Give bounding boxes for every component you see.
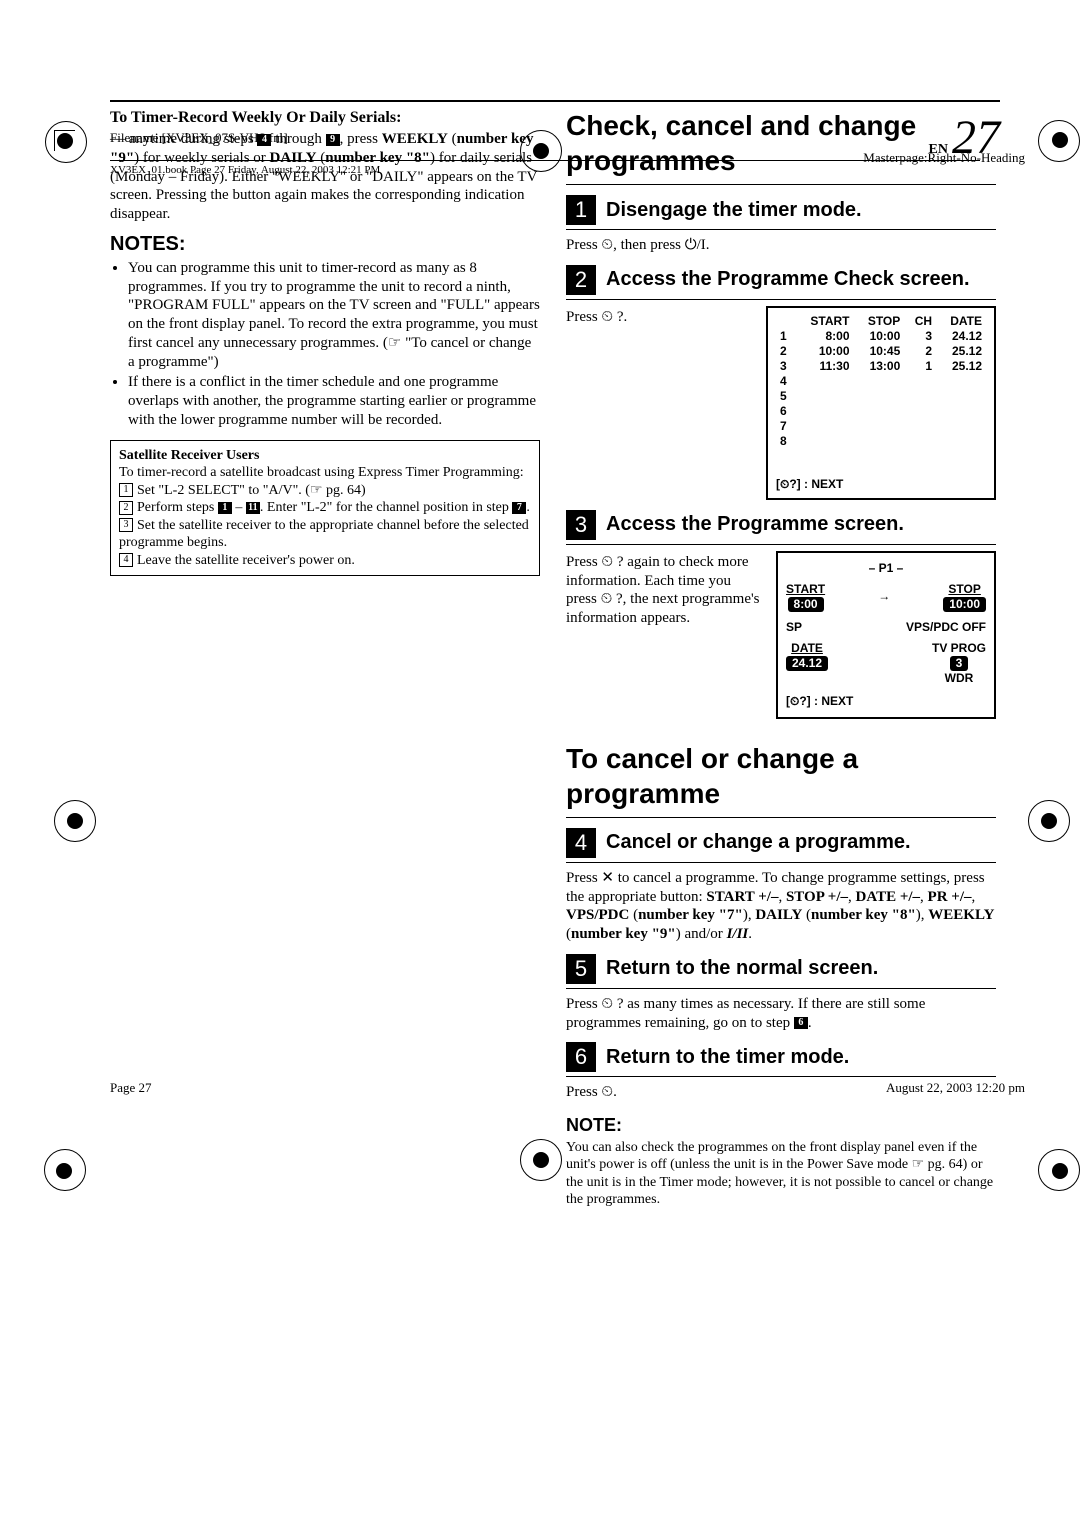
section-cancel-change: To cancel or change a programme bbox=[566, 741, 996, 818]
osd-programme-detail: – P1 – START 8:00 → STOP 10:00 SP bbox=[776, 551, 996, 719]
step-6-title: Return to the timer mode. bbox=[606, 1045, 849, 1070]
step-1-body: Press ⏲, then press ⏻/I. bbox=[566, 236, 996, 255]
step-num-6: 6 bbox=[566, 1042, 596, 1072]
step-3-title: Access the Programme screen. bbox=[606, 512, 904, 537]
step-6-body: Press ⏲. bbox=[566, 1083, 996, 1102]
step-3-header: 3 Access the Programme screen. bbox=[566, 510, 996, 545]
osd-foot-1: [⏲?] : NEXT bbox=[776, 477, 986, 492]
step-ref-6: 6 bbox=[794, 1017, 808, 1029]
osd-programme-list: START STOP CH DATE 18:0010:00324.12 210:… bbox=[766, 306, 996, 500]
osd2-start: 8:00 bbox=[788, 597, 824, 612]
note-heading: NOTE: bbox=[566, 1114, 996, 1137]
step-6-header: 6 Return to the timer mode. bbox=[566, 1042, 996, 1077]
step-4-title: Cancel or change a programme. bbox=[606, 830, 911, 855]
step-4-header: 4 Cancel or change a programme. bbox=[566, 828, 996, 863]
mini-step-4: 4 bbox=[119, 553, 133, 567]
step-num-5: 5 bbox=[566, 954, 596, 984]
osd2-foot: [⏲?] : NEXT bbox=[786, 694, 986, 709]
notes-heading: NOTES: bbox=[110, 232, 540, 257]
satellite-box-title: Satellite Receiver Users bbox=[119, 447, 531, 465]
sat-step-4: Leave the satellite receiver's power on. bbox=[137, 553, 355, 568]
step-ref-9: 9 bbox=[326, 134, 340, 146]
page-en: EN bbox=[929, 142, 948, 157]
step-2-title: Access the Programme Check screen. bbox=[606, 267, 970, 292]
sat-step-2: Perform steps 1 – 11. Enter "L-2" for th… bbox=[137, 500, 530, 515]
sat-step-3: Set the satellite receiver to the approp… bbox=[119, 518, 529, 551]
right-column: Check, cancel and change programmes 1 Di… bbox=[566, 108, 996, 1211]
step-4-body: Press ✕ to cancel a programme. To change… bbox=[566, 869, 996, 944]
note-body: You can also check the programmes on the… bbox=[566, 1139, 996, 1209]
notes-list: You can programme this unit to timer-rec… bbox=[110, 259, 540, 430]
step-5-body: Press ⏲ ? as many times as necessary. If… bbox=[566, 995, 996, 1033]
osd2-date: 24.12 bbox=[786, 656, 828, 671]
note-1: You can programme this unit to timer-rec… bbox=[128, 259, 540, 372]
step-num-2: 2 bbox=[566, 265, 596, 295]
step-num-1: 1 bbox=[566, 195, 596, 225]
step-1-header: 1 Disengage the timer mode. bbox=[566, 195, 996, 230]
step-5-header: 5 Return to the normal screen. bbox=[566, 954, 996, 989]
page-body: EN 27 To Timer-Record Weekly Or Daily Se… bbox=[110, 100, 1000, 1211]
step-2-body: Press ⏲ ?. bbox=[566, 308, 754, 327]
step-2-header: 2 Access the Programme Check screen. bbox=[566, 265, 996, 300]
serials-head: To Timer-Record Weekly Or Daily Serials: bbox=[110, 108, 540, 128]
page-number: EN 27 bbox=[929, 110, 1000, 165]
serials-body: — anytime during steps 4 through 9, pres… bbox=[110, 130, 540, 224]
osd-table: START STOP CH DATE 18:0010:00324.12 210:… bbox=[776, 314, 986, 449]
mini-step-2: 2 bbox=[119, 501, 133, 515]
step-ref-4: 4 bbox=[257, 134, 271, 146]
step-5-title: Return to the normal screen. bbox=[606, 956, 878, 981]
osd2-ch: 3 bbox=[950, 656, 969, 671]
mini-step-1: 1 bbox=[119, 483, 133, 497]
satellite-box: Satellite Receiver Users To timer-record… bbox=[110, 440, 540, 577]
note-2: If there is a conflict in the timer sche… bbox=[128, 373, 540, 429]
step-3-body: Press ⏲ ? again to check more informatio… bbox=[566, 553, 764, 628]
mini-step-3: 3 bbox=[119, 518, 133, 532]
step-num-3: 3 bbox=[566, 510, 596, 540]
page-num: 27 bbox=[952, 111, 1000, 164]
step-num-4: 4 bbox=[566, 828, 596, 858]
osd2-title: – P1 – bbox=[786, 561, 986, 576]
satellite-box-intro: To timer-record a satellite broadcast us… bbox=[119, 464, 531, 482]
sat-step-1: Set "L-2 SELECT" to "A/V". (☞ pg. 64) bbox=[137, 483, 366, 498]
left-column: To Timer-Record Weekly Or Daily Serials:… bbox=[110, 108, 540, 1211]
step-1-title: Disengage the timer mode. bbox=[606, 198, 862, 223]
osd2-stop: 10:00 bbox=[943, 597, 986, 612]
